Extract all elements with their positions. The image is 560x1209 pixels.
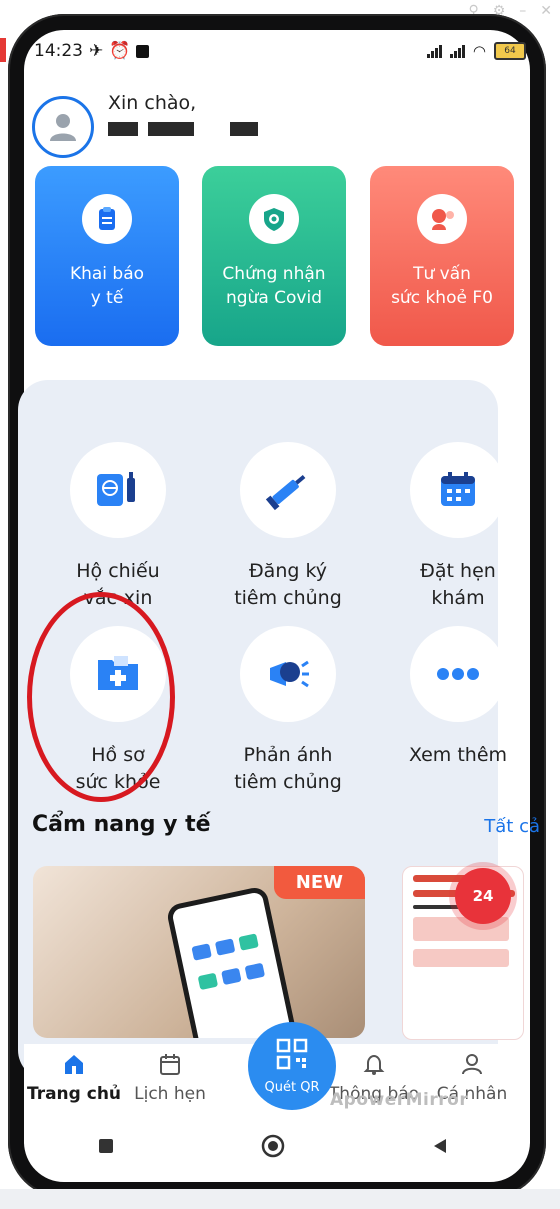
syringe-icon	[240, 442, 336, 538]
service-vaccination-feedback[interactable]: Phản ánh tiêm chủng	[218, 626, 358, 796]
qr-scan-button[interactable]: Quét QR	[248, 1022, 336, 1110]
window-close-icon[interactable]: ✕	[540, 3, 552, 19]
vaccine-passport-icon	[70, 442, 166, 538]
card-label: Tư vấn sức khoẻ F0	[391, 264, 493, 308]
see-all-link[interactable]: Tất cả	[484, 816, 540, 837]
card-label: Chứng nhận ngừa Covid	[222, 264, 326, 308]
handbook-title: Cẩm nang y tế	[32, 812, 211, 837]
alarm-icon: ⏰	[109, 41, 131, 61]
qr-scan-icon	[276, 1038, 308, 1070]
service-appointment[interactable]: Đặt hẹn khám	[388, 442, 528, 612]
back-icon[interactable]	[431, 1137, 449, 1155]
red-annotation-circle	[27, 592, 175, 802]
home-icon	[24, 1044, 124, 1076]
greeting-text: Xin chào,	[108, 92, 197, 114]
system-nav-bar	[24, 1126, 522, 1166]
service-vaccine-passport[interactable]: Hộ chiếu vắc-xin	[48, 442, 188, 612]
doctor-chat-icon	[417, 194, 467, 244]
card-label: Khai báo y tế	[69, 264, 145, 308]
background-strip	[0, 1189, 560, 1209]
recent-apps-icon[interactable]	[97, 1137, 115, 1155]
shield-virus-icon	[249, 194, 299, 244]
card-covid-certificate[interactable]: Chứng nhận ngừa Covid	[202, 166, 346, 346]
nav-home[interactable]: Trang chủ	[24, 1044, 124, 1104]
card-f0-consult[interactable]: Tư vấn sức khoẻ F0	[370, 166, 514, 346]
status-time: 14:23	[34, 41, 83, 61]
wifi-icon: ◠	[472, 42, 486, 60]
service-label: Đăng ký tiêm chủng	[234, 560, 342, 609]
more-dots-icon	[410, 626, 506, 722]
calendar-outline-icon	[120, 1044, 220, 1076]
clipboard-icon	[82, 194, 132, 244]
megaphone-icon	[240, 626, 336, 722]
bell-icon	[324, 1044, 424, 1076]
qr-label: Quét QR	[264, 1080, 320, 1095]
handbook-article-card[interactable]: NEW	[33, 866, 365, 1038]
user-silhouette-icon	[50, 114, 76, 141]
service-label: Xem thêm	[408, 744, 508, 766]
service-label: Đặt hẹn khám	[420, 560, 496, 609]
user-name-redacted	[108, 122, 258, 136]
window-minimize-icon[interactable]: –	[519, 3, 526, 19]
article-phone-image	[165, 885, 303, 1038]
service-see-more[interactable]: Xem thêm	[388, 626, 528, 769]
mute-icon: ✈	[89, 41, 104, 61]
user-icon	[422, 1044, 522, 1076]
card-health-declaration[interactable]: Khai báo y tế	[35, 166, 179, 346]
watermark: ApowerMirror	[330, 1090, 469, 1110]
nav-label: Lịch hẹn	[134, 1084, 206, 1104]
media-icon	[136, 44, 150, 58]
avatar[interactable]	[32, 96, 94, 158]
hotline-24-button[interactable]: 24	[455, 868, 511, 924]
signal-icon	[426, 44, 442, 58]
new-badge: NEW	[273, 866, 365, 899]
status-bar: 14:23 ✈ ⏰ ◠ 64	[0, 36, 560, 66]
service-vaccination-register[interactable]: Đăng ký tiêm chủng	[218, 442, 358, 612]
home-button-icon[interactable]	[261, 1134, 285, 1158]
calendar-icon	[410, 442, 506, 538]
service-label: Phản ánh tiêm chủng	[234, 744, 342, 793]
battery-icon: 64	[494, 42, 526, 60]
nav-appointments[interactable]: Lịch hẹn	[120, 1044, 220, 1104]
nav-label: Trang chủ	[26, 1084, 122, 1104]
signal-icon-2	[449, 44, 465, 58]
